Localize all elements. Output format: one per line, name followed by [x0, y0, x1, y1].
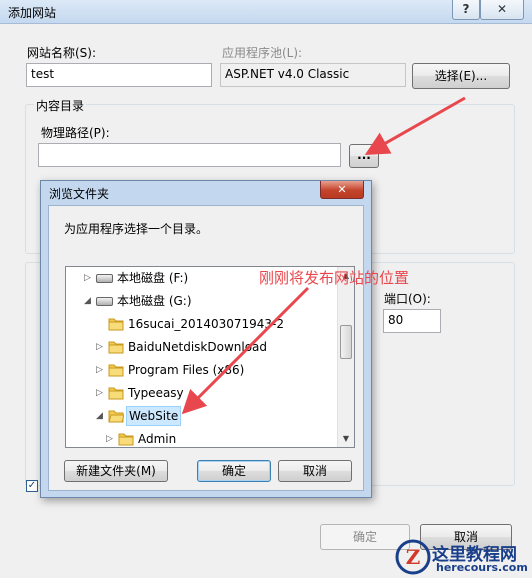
arrow-to-website-folder	[181, 286, 310, 415]
svg-text:Z: Z	[406, 545, 421, 569]
watermark-logo-icon: Z	[395, 539, 431, 575]
annotation-arrows	[181, 96, 466, 415]
arrow-to-browse-button	[364, 96, 466, 155]
site-watermark: Z 这里教程网 herecours.com	[390, 536, 532, 578]
watermark-url: herecours.com	[436, 561, 528, 574]
